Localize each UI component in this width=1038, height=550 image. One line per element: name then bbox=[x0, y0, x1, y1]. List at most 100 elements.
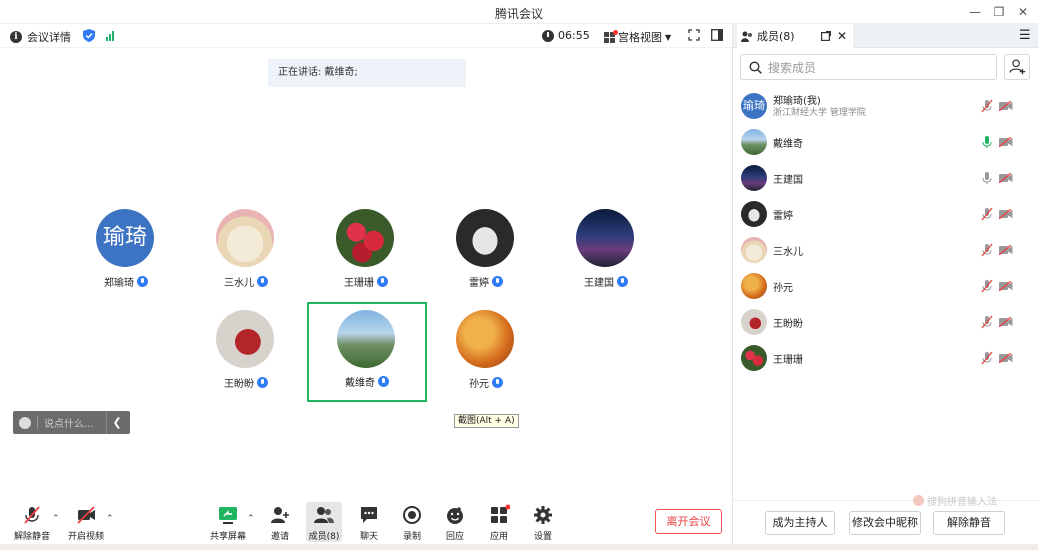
video-tile[interactable]: 雷婷 bbox=[426, 203, 546, 303]
menu-icon[interactable]: ☰ bbox=[1019, 28, 1031, 43]
add-member-icon[interactable] bbox=[1004, 54, 1030, 80]
chevron-left-icon[interactable]: ❮ bbox=[113, 416, 122, 429]
mic-on-icon[interactable] bbox=[981, 171, 993, 185]
view-mode-label: 宫格视图 bbox=[618, 31, 662, 44]
mic-muted-icon[interactable] bbox=[981, 243, 993, 257]
chevron-up-icon[interactable]: ⌃ bbox=[247, 514, 255, 524]
rename-button[interactable]: 修改会中昵称 bbox=[849, 511, 921, 535]
mic-muted-icon[interactable] bbox=[981, 315, 993, 329]
avatar bbox=[741, 309, 767, 335]
shield-icon[interactable] bbox=[83, 29, 95, 42]
camera-off-icon[interactable] bbox=[999, 245, 1013, 255]
chat-placeholder: 说点什么... bbox=[44, 419, 94, 430]
meeting-info-button[interactable]: i 会议详情 bbox=[10, 29, 71, 45]
tab-members[interactable]: 成员(8) ✕ bbox=[737, 24, 853, 48]
participant-name: 孙元 bbox=[469, 379, 489, 390]
title-bar: 腾讯会议 — ❐ ✕ bbox=[0, 0, 1038, 24]
taskbar-strip bbox=[0, 544, 1038, 550]
mic-muted-icon[interactable] bbox=[981, 351, 993, 365]
chevron-up-icon[interactable]: ⌃ bbox=[52, 514, 60, 524]
camera-off-icon[interactable] bbox=[999, 101, 1013, 111]
member-name: 王珊珊 bbox=[773, 355, 803, 366]
mic-icon bbox=[257, 377, 268, 388]
video-tile[interactable]: 王盼盼 bbox=[186, 304, 306, 404]
camera-off-icon[interactable] bbox=[999, 281, 1013, 291]
minimize-icon[interactable]: — bbox=[966, 3, 984, 21]
chat-label: 聊天 bbox=[359, 532, 378, 542]
start-video-button[interactable]: 开启视频 bbox=[66, 502, 106, 542]
maximize-icon[interactable]: ❐ bbox=[990, 3, 1008, 21]
mic-icon bbox=[492, 276, 503, 287]
popout-icon[interactable] bbox=[820, 31, 831, 41]
participant-name: 王珊珊 bbox=[344, 278, 374, 289]
share-label: 共享屏幕 bbox=[209, 532, 246, 542]
video-tile-active[interactable]: 戴维奇 bbox=[307, 302, 427, 402]
members-button[interactable]: 成员(8) bbox=[306, 502, 342, 542]
chevron-up-icon[interactable]: ⌃ bbox=[106, 514, 114, 524]
video-tile[interactable]: 孙元 bbox=[426, 304, 546, 404]
meeting-timer: 06:55 bbox=[542, 29, 590, 42]
unmute-button[interactable]: 解除静音 bbox=[12, 502, 52, 542]
list-item[interactable]: 王盼盼 bbox=[733, 304, 1038, 340]
video-tile[interactable]: 王珊珊 bbox=[306, 203, 426, 303]
member-name: 戴维奇 bbox=[773, 139, 803, 150]
close-icon[interactable]: ✕ bbox=[1014, 3, 1032, 21]
members-icon bbox=[741, 31, 752, 42]
participant-name: 王盼盼 bbox=[224, 379, 254, 390]
video-label: 开启视频 bbox=[67, 532, 104, 542]
video-tile[interactable]: 瑜琦 郑瑜琦 bbox=[66, 203, 186, 303]
mic-muted-icon[interactable] bbox=[981, 99, 993, 113]
video-tile[interactable]: 三水儿 bbox=[186, 203, 306, 303]
close-panel-icon[interactable]: ✕ bbox=[837, 29, 847, 43]
member-name: 三水儿 bbox=[773, 247, 803, 258]
video-tile[interactable]: 王建国 bbox=[546, 203, 666, 303]
emoji-icon[interactable] bbox=[19, 416, 31, 429]
become-host-button[interactable]: 成为主持人 bbox=[765, 511, 835, 535]
mic-active-icon[interactable] bbox=[981, 135, 993, 149]
member-search-input[interactable]: 搜索成员 bbox=[740, 54, 997, 80]
chat-button[interactable]: 聊天 bbox=[355, 502, 383, 542]
list-item[interactable]: 雷婷 bbox=[733, 196, 1038, 232]
leave-meeting-button[interactable]: 离开会议 bbox=[655, 509, 722, 534]
unmute-all-button[interactable]: 解除静音 bbox=[933, 511, 1005, 535]
apps-button[interactable]: 应用 bbox=[485, 502, 513, 542]
list-item[interactable]: 瑜琦 郑瑜琦(我) 浙江财经大学 管理学院 bbox=[733, 88, 1038, 124]
participant-name: 郑瑜琦 bbox=[104, 278, 134, 289]
view-mode-dropdown[interactable]: 宫格视图 ▼ bbox=[604, 29, 671, 45]
mic-muted-icon[interactable] bbox=[981, 207, 993, 221]
clock-icon bbox=[542, 29, 554, 42]
sidebar-toggle-icon[interactable] bbox=[711, 29, 723, 41]
settings-button[interactable]: 设置 bbox=[529, 502, 557, 542]
chat-quick-input[interactable]: 说点什么... ❮ bbox=[13, 411, 130, 434]
avatar bbox=[741, 129, 767, 155]
member-name: 王建国 bbox=[773, 175, 803, 186]
list-item[interactable]: 王珊珊 bbox=[733, 340, 1038, 376]
share-screen-button[interactable]: 共享屏幕 bbox=[207, 502, 249, 542]
camera-off-icon[interactable] bbox=[999, 209, 1013, 219]
camera-off-icon[interactable] bbox=[999, 317, 1013, 327]
invite-icon bbox=[271, 507, 289, 523]
list-item[interactable]: 孙元 bbox=[733, 268, 1038, 304]
avatar bbox=[456, 209, 514, 267]
participant-name: 戴维奇 bbox=[345, 378, 375, 389]
avatar bbox=[741, 237, 767, 263]
window-title: 腾讯会议 bbox=[494, 7, 543, 21]
react-button[interactable]: 回应 bbox=[441, 502, 469, 542]
avatar: 瑜琦 bbox=[96, 209, 154, 267]
members-panel-header: 成员(8) ✕ ☰ bbox=[733, 24, 1038, 48]
mic-icon bbox=[492, 377, 503, 388]
apps-icon bbox=[491, 504, 510, 523]
list-item[interactable]: 三水儿 bbox=[733, 232, 1038, 268]
camera-off-icon[interactable] bbox=[999, 173, 1013, 183]
participant-name: 王建国 bbox=[584, 278, 614, 289]
list-item[interactable]: 戴维奇 bbox=[733, 124, 1038, 160]
mic-muted-icon[interactable] bbox=[981, 279, 993, 293]
camera-off-icon[interactable] bbox=[999, 353, 1013, 363]
camera-off-icon[interactable] bbox=[999, 137, 1013, 147]
list-item[interactable]: 王建国 bbox=[733, 160, 1038, 196]
invite-button[interactable]: 邀请 bbox=[266, 502, 294, 542]
record-button[interactable]: 录制 bbox=[398, 502, 426, 542]
ime-label: 搜狗拼音输入法 bbox=[927, 497, 997, 508]
fullscreen-icon[interactable] bbox=[688, 29, 700, 41]
member-name: 王盼盼 bbox=[773, 319, 803, 330]
